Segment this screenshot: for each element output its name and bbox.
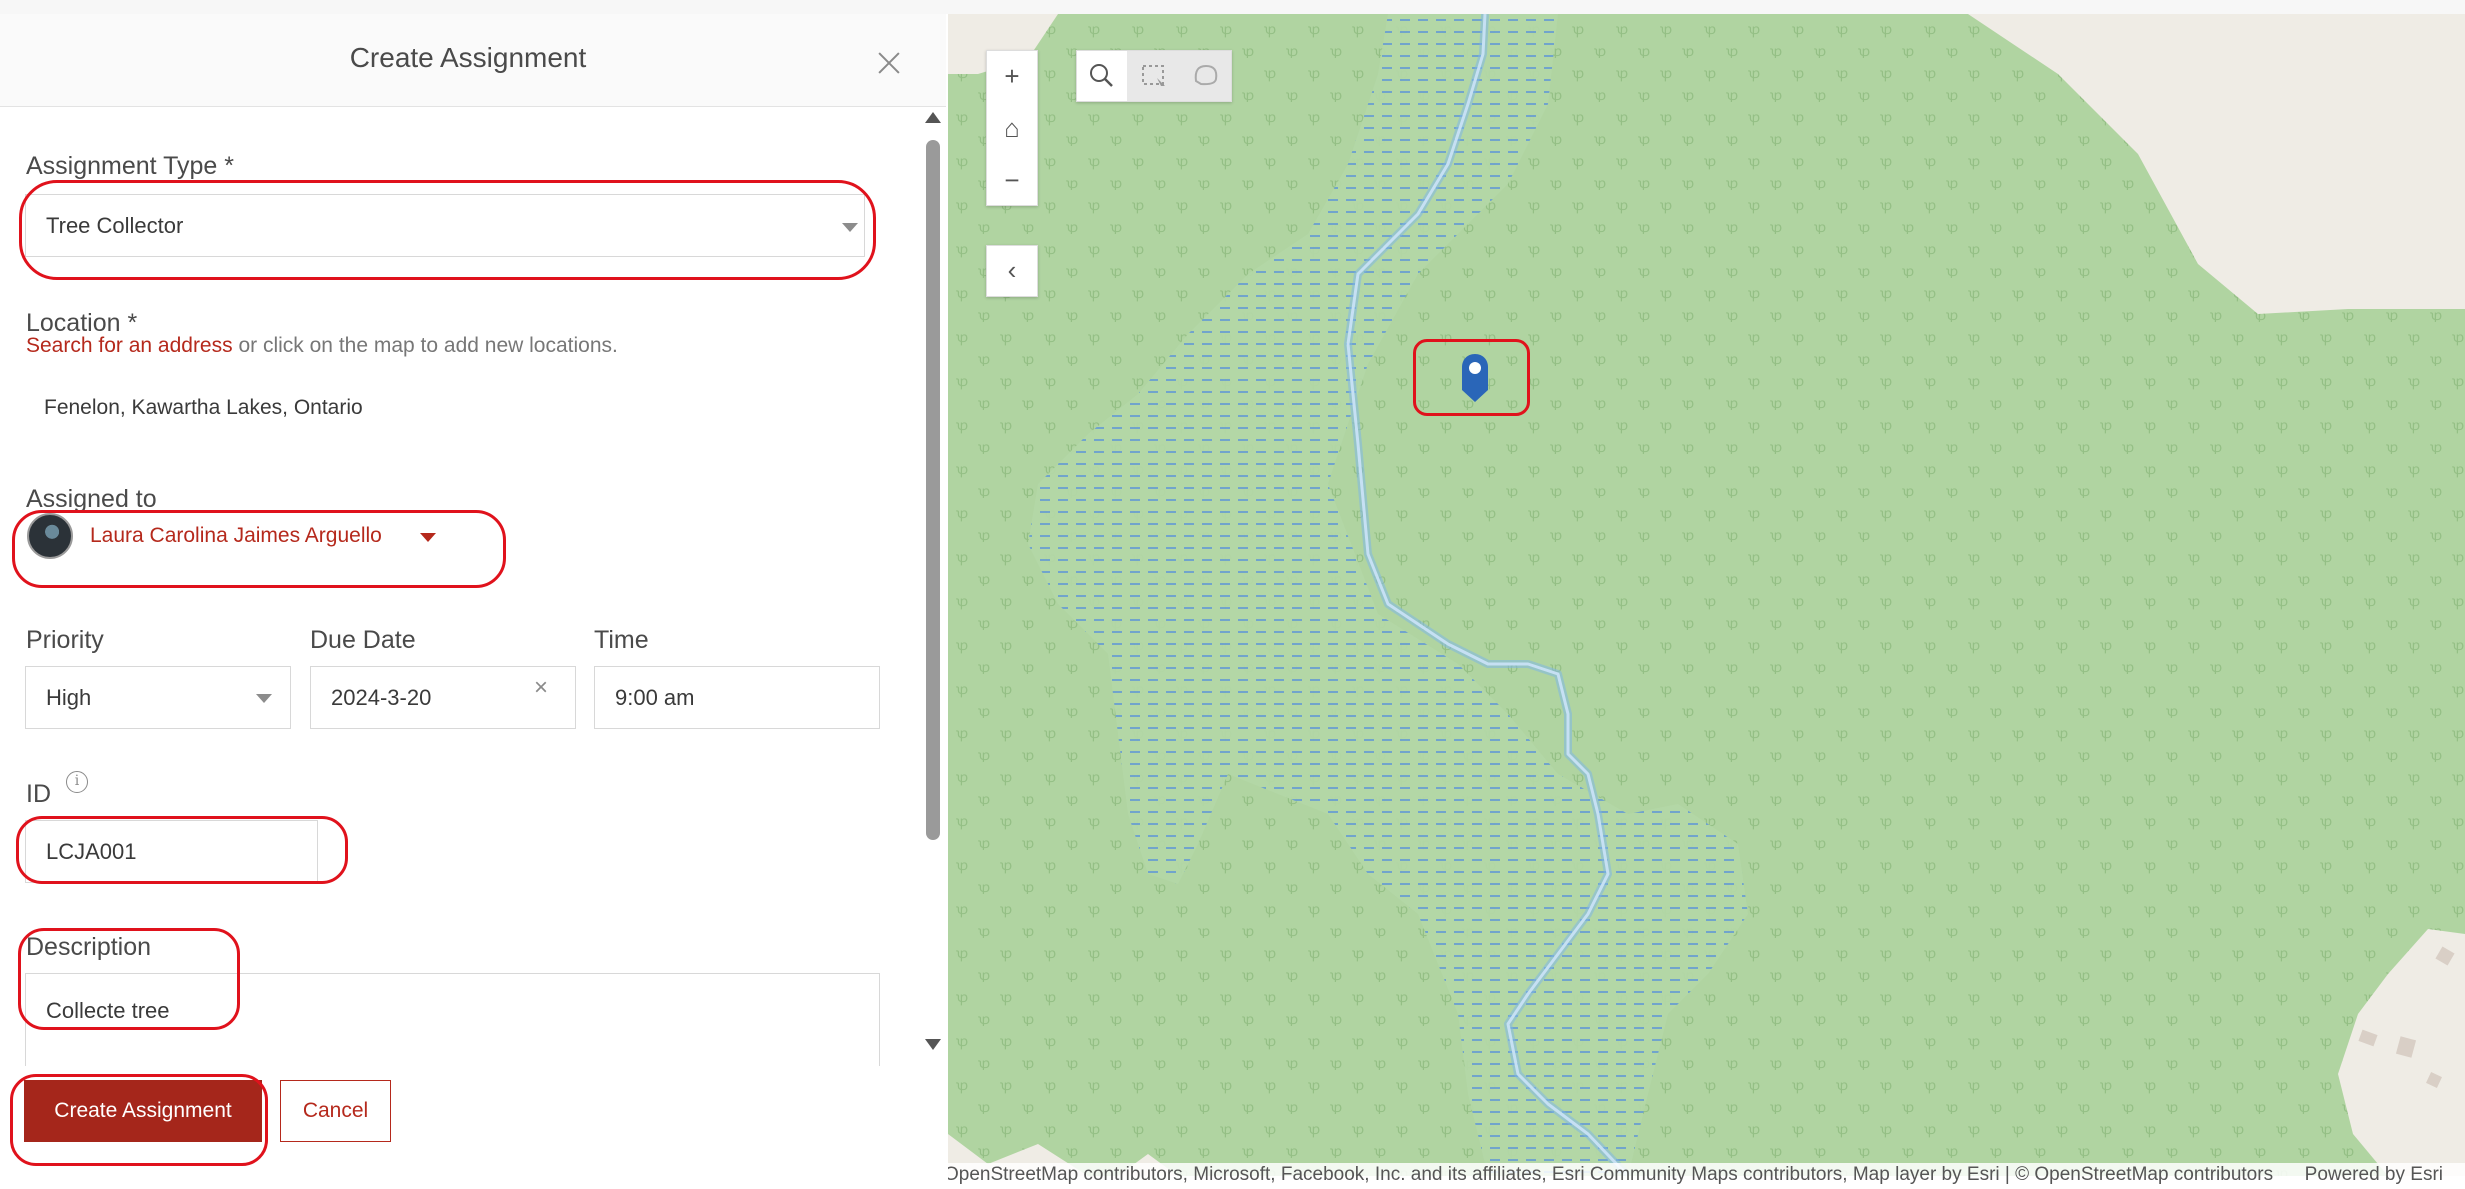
map-navigation-tools: + ⌂ − xyxy=(986,50,1038,206)
close-icon[interactable] xyxy=(874,48,904,78)
top-strip xyxy=(0,0,2465,15)
location-hint: Search for an address or click on the ma… xyxy=(26,334,618,358)
selection-toolbar xyxy=(1076,50,1232,102)
home-icon[interactable]: ⌂ xyxy=(987,103,1037,153)
time-input[interactable]: 9:00 am xyxy=(594,666,880,729)
chevron-down-icon[interactable] xyxy=(420,533,436,542)
location-hint-text: or click on the map to add new locations… xyxy=(232,334,618,357)
priority-value: High xyxy=(46,684,92,710)
location-value: Fenelon, Kawartha Lakes, Ontario xyxy=(44,396,363,419)
due-date-value: 2024-3-20 xyxy=(331,684,432,710)
scroll-down-arrow[interactable] xyxy=(925,1039,941,1050)
map-view[interactable]: ꝕ ꝕ + ⌂ − ‹ xyxy=(948,14,2465,1176)
time-label: Time xyxy=(594,626,649,654)
id-value: LCJA001 xyxy=(46,838,137,864)
description-label: Description xyxy=(26,933,152,961)
chevron-down-icon xyxy=(256,694,272,703)
clear-date-icon[interactable]: × xyxy=(534,674,548,702)
map-canvas: ꝕ ꝕ xyxy=(948,14,2465,1176)
avatar xyxy=(27,513,73,559)
rectangle-select-icon[interactable] xyxy=(1129,51,1179,101)
panel-title: Create Assignment xyxy=(349,42,587,73)
info-icon[interactable]: i xyxy=(66,771,88,793)
priority-select[interactable]: High xyxy=(25,666,291,729)
powered-by-esri-link[interactable]: Powered by Esri xyxy=(2305,1164,2443,1186)
scrollbar-thumb[interactable] xyxy=(926,140,940,840)
chevron-down-icon xyxy=(842,223,858,232)
cancel-button[interactable]: Cancel xyxy=(280,1080,391,1142)
search-icon[interactable] xyxy=(1077,51,1127,101)
description-value: Collecte tree xyxy=(46,998,170,1023)
scroll-up-arrow[interactable] xyxy=(925,112,941,123)
assignment-type-select[interactable]: Tree Collector xyxy=(25,194,865,257)
time-value: 9:00 am xyxy=(615,684,695,710)
lasso-select-icon[interactable] xyxy=(1181,51,1231,101)
id-input[interactable]: LCJA001 xyxy=(25,820,318,883)
zoom-in-button[interactable]: + xyxy=(987,51,1037,101)
map-attribution: OpenStreetMap contributors, Microsoft, F… xyxy=(948,1163,2465,1189)
location-marker-icon[interactable] xyxy=(1462,354,1488,402)
create-assignment-button[interactable]: Create Assignment xyxy=(24,1080,262,1142)
panel-header: Create Assignment xyxy=(0,14,946,107)
collapse-panel-button[interactable]: ‹ xyxy=(986,245,1038,297)
zoom-out-button[interactable]: − xyxy=(987,155,1037,205)
due-date-label: Due Date xyxy=(310,626,416,654)
priority-label: Priority xyxy=(26,626,104,654)
assignee-dropdown[interactable]: Laura Carolina Jaimes Arguello xyxy=(90,524,382,548)
assignment-type-label: Assignment Type * xyxy=(26,152,234,180)
search-address-link[interactable]: Search for an address xyxy=(26,334,233,357)
assignment-type-value: Tree Collector xyxy=(46,212,184,238)
assigned-to-label: Assigned to xyxy=(26,485,157,513)
id-label: ID xyxy=(26,780,51,808)
attribution-text: OpenStreetMap contributors, Microsoft, F… xyxy=(948,1164,2274,1185)
